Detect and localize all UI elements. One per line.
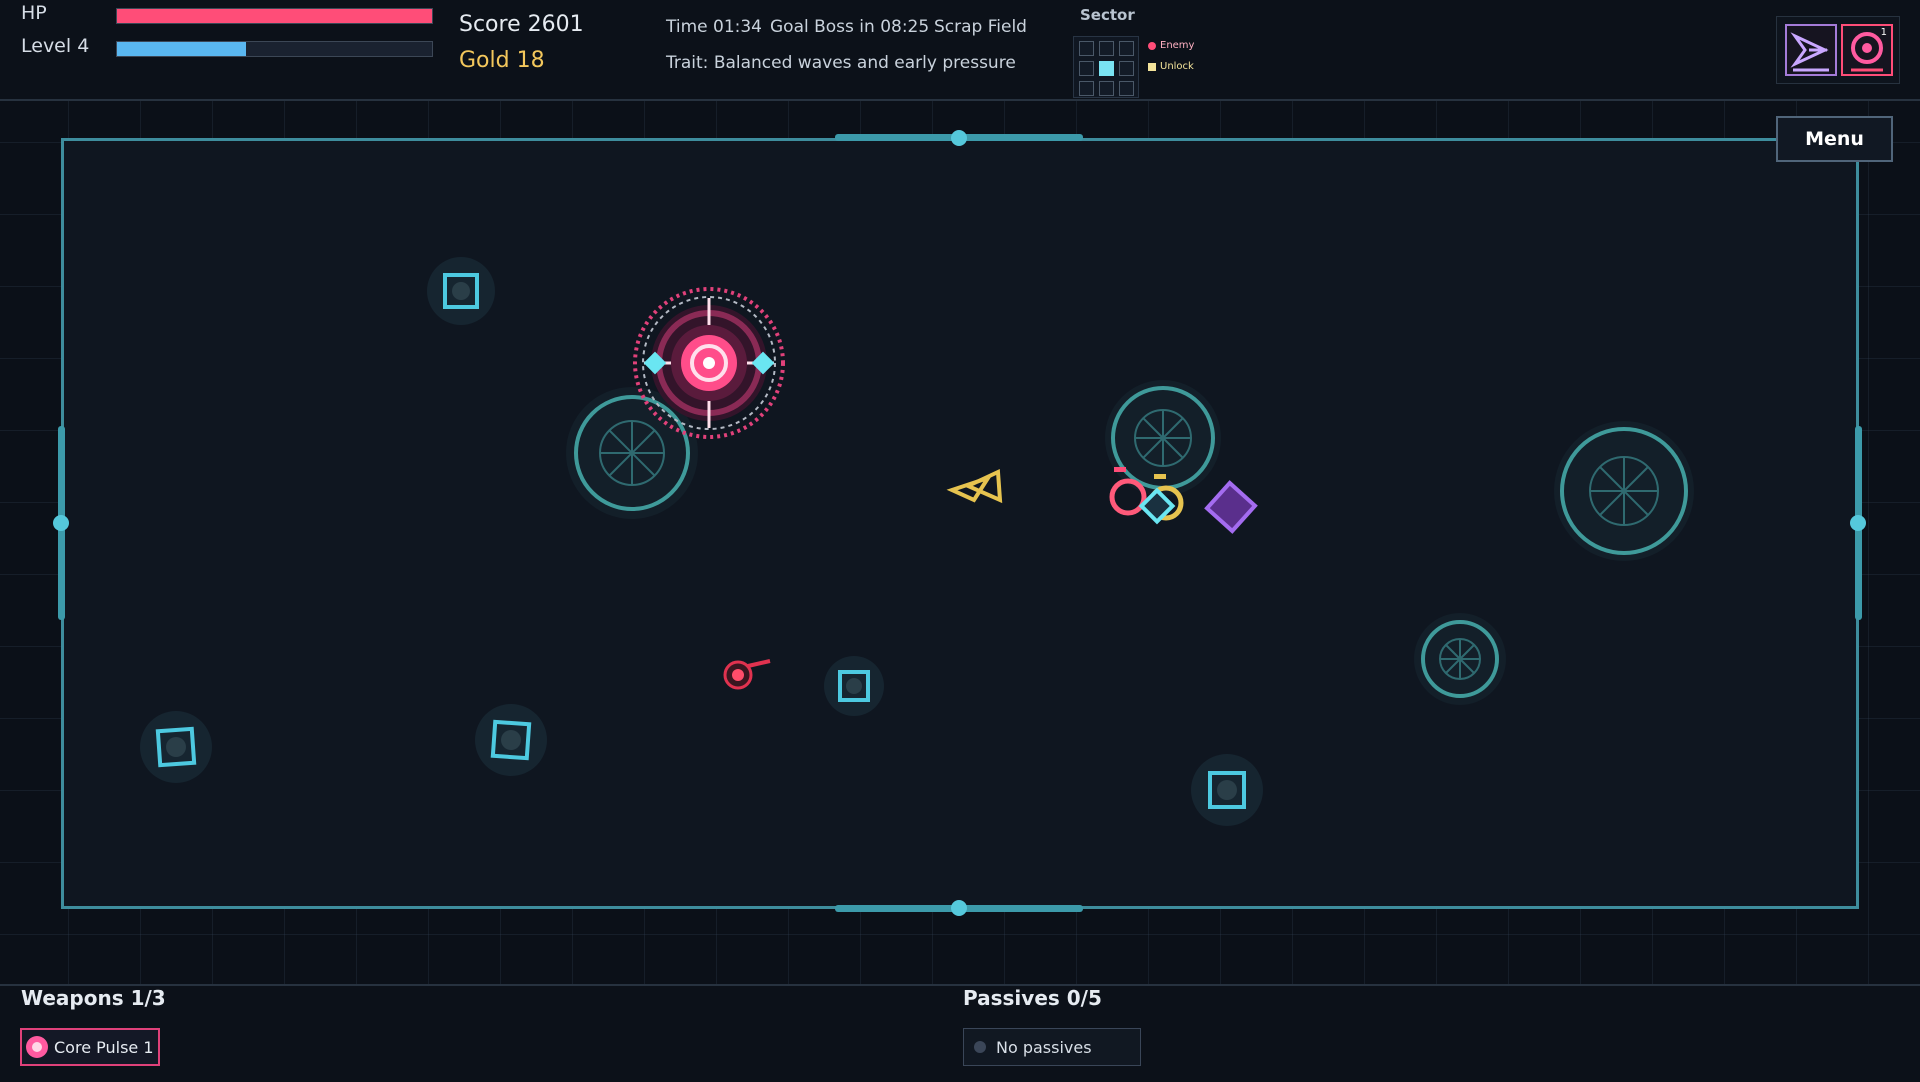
scrap-crate	[1191, 754, 1263, 826]
core-pulse-icon	[26, 1036, 48, 1058]
spawner	[1414, 613, 1506, 705]
empty-dot-icon	[974, 1041, 986, 1053]
scrap-crate	[824, 656, 884, 716]
enemy-drone	[723, 659, 771, 690]
weapon-label: Core Pulse 1	[54, 1037, 154, 1057]
weapon-slot-core-pulse[interactable]: Core Pulse 1	[20, 1028, 160, 1066]
weapons-title: Weapons 1/3	[21, 986, 166, 1010]
menu-button[interactable]: Menu	[1776, 116, 1893, 162]
scrap-crate	[475, 704, 547, 776]
scrap-crate	[140, 711, 212, 783]
passive-empty-label: No passives	[996, 1037, 1092, 1057]
spawner	[1554, 421, 1694, 561]
enemy-arrow	[946, 468, 1003, 504]
scrap-crate	[427, 257, 495, 325]
playfield	[140, 257, 1694, 826]
passive-slot-empty: No passives	[963, 1028, 1141, 1066]
passives-title: Passives 0/5	[963, 986, 1102, 1010]
bottom-hud: Weapons 1/3 Core Pulse 1 Passives 0/5 No…	[0, 984, 1920, 1082]
